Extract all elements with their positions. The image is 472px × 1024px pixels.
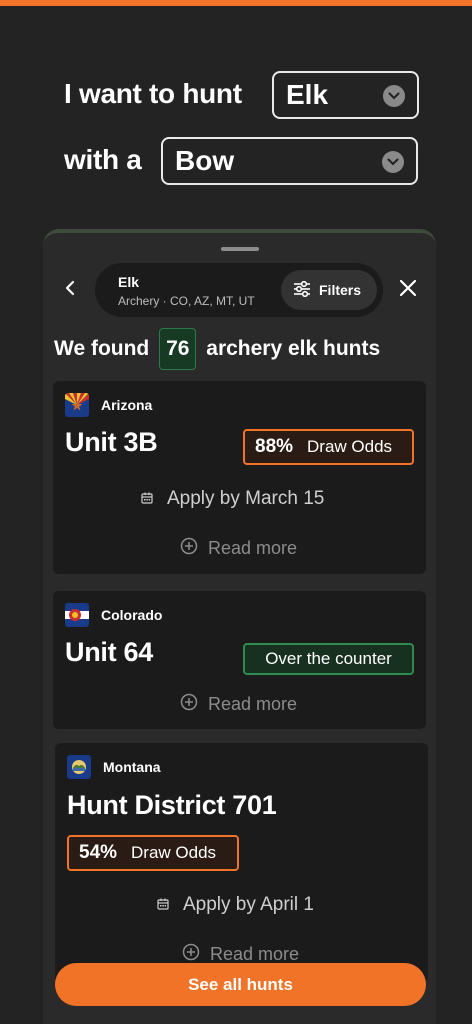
draw-odds-label: Draw Odds [307,437,393,456]
montana-flag-icon [67,755,91,779]
results-count-badge: 76 [159,328,197,370]
apply-deadline: Apply by March 15 [141,488,324,510]
draw-odds-badge: 54% Draw Odds [67,835,239,871]
chevron-down-icon [382,151,404,173]
state-name: Arizona [101,397,153,413]
read-more-link[interactable]: Read more [180,693,297,716]
calendar-icon [141,488,153,510]
top-accent-bar [0,0,472,6]
plus-circle-icon [180,693,198,716]
unit-name: Unit 3B [65,427,158,457]
drag-handle[interactable] [221,247,259,251]
hunt-sentence-line-2: with a [64,144,142,176]
results-summary: We found 76 archery elk hunts [54,328,380,370]
draw-odds-label: Draw Odds [131,843,217,862]
state-name: Montana [103,759,161,775]
weapon-select[interactable]: Bow [161,137,418,185]
search-summary-pill[interactable]: Elk Archery · CO, AZ, MT, UT Filters [95,263,383,317]
draw-odds-percent: 88% [255,436,294,457]
weapon-value: Bow [175,145,235,176]
read-more-link[interactable]: Read more [180,537,297,560]
colorado-flag-icon [65,603,89,627]
apply-deadline-text: Apply by April 1 [183,894,314,915]
read-more-label: Read more [210,944,300,964]
read-more-label: Read more [208,694,298,714]
chevron-down-icon [383,85,405,107]
over-the-counter-badge: Over the counter [243,643,414,675]
species-value: Elk [286,79,329,110]
otc-label: Over the counter [265,649,392,668]
state-name: Colorado [101,607,163,623]
species-select[interactable]: Elk [272,71,419,119]
sentence-lead-text: I want to hunt [64,78,242,109]
read-more-label: Read more [208,538,298,558]
back-arrow-icon[interactable] [61,277,79,299]
hunt-card[interactable]: Colorado Unit 64 Over the counter Read m… [53,591,426,729]
see-all-hunts-button[interactable]: See all hunts [55,963,426,1006]
unit-name: Hunt District 701 [67,790,277,820]
see-all-hunts-label: See all hunts [188,974,293,994]
hunt-card[interactable]: Montana Hunt District 701 54% Draw Odds … [55,743,428,983]
search-subtitle: Archery · CO, AZ, MT, UT [118,294,255,308]
calendar-icon [157,894,169,916]
draw-odds-badge: 88% Draw Odds [243,429,414,465]
draw-odds-percent: 54% [79,842,118,863]
search-title: Elk [118,274,140,290]
arizona-flag-icon [65,393,89,417]
results-suffix: archery elk hunts [206,337,381,360]
results-sheet: Elk Archery · CO, AZ, MT, UT Filters We … [43,229,436,1024]
close-icon[interactable] [399,279,419,299]
unit-name: Unit 64 [65,637,153,667]
hunt-sentence-line-1: I want to hunt [64,78,242,110]
results-prefix: We found [54,337,150,360]
plus-circle-icon [180,537,198,560]
apply-deadline: Apply by April 1 [157,894,314,916]
sentence-lead-text: with a [64,144,142,175]
apply-deadline-text: Apply by March 15 [167,488,325,509]
hunt-card[interactable]: Arizona Unit 3B 88% Draw Odds Apply by M… [53,381,426,574]
filters-button[interactable]: Filters [281,270,377,310]
filters-label: Filters [319,282,362,298]
sliders-icon [293,280,311,300]
